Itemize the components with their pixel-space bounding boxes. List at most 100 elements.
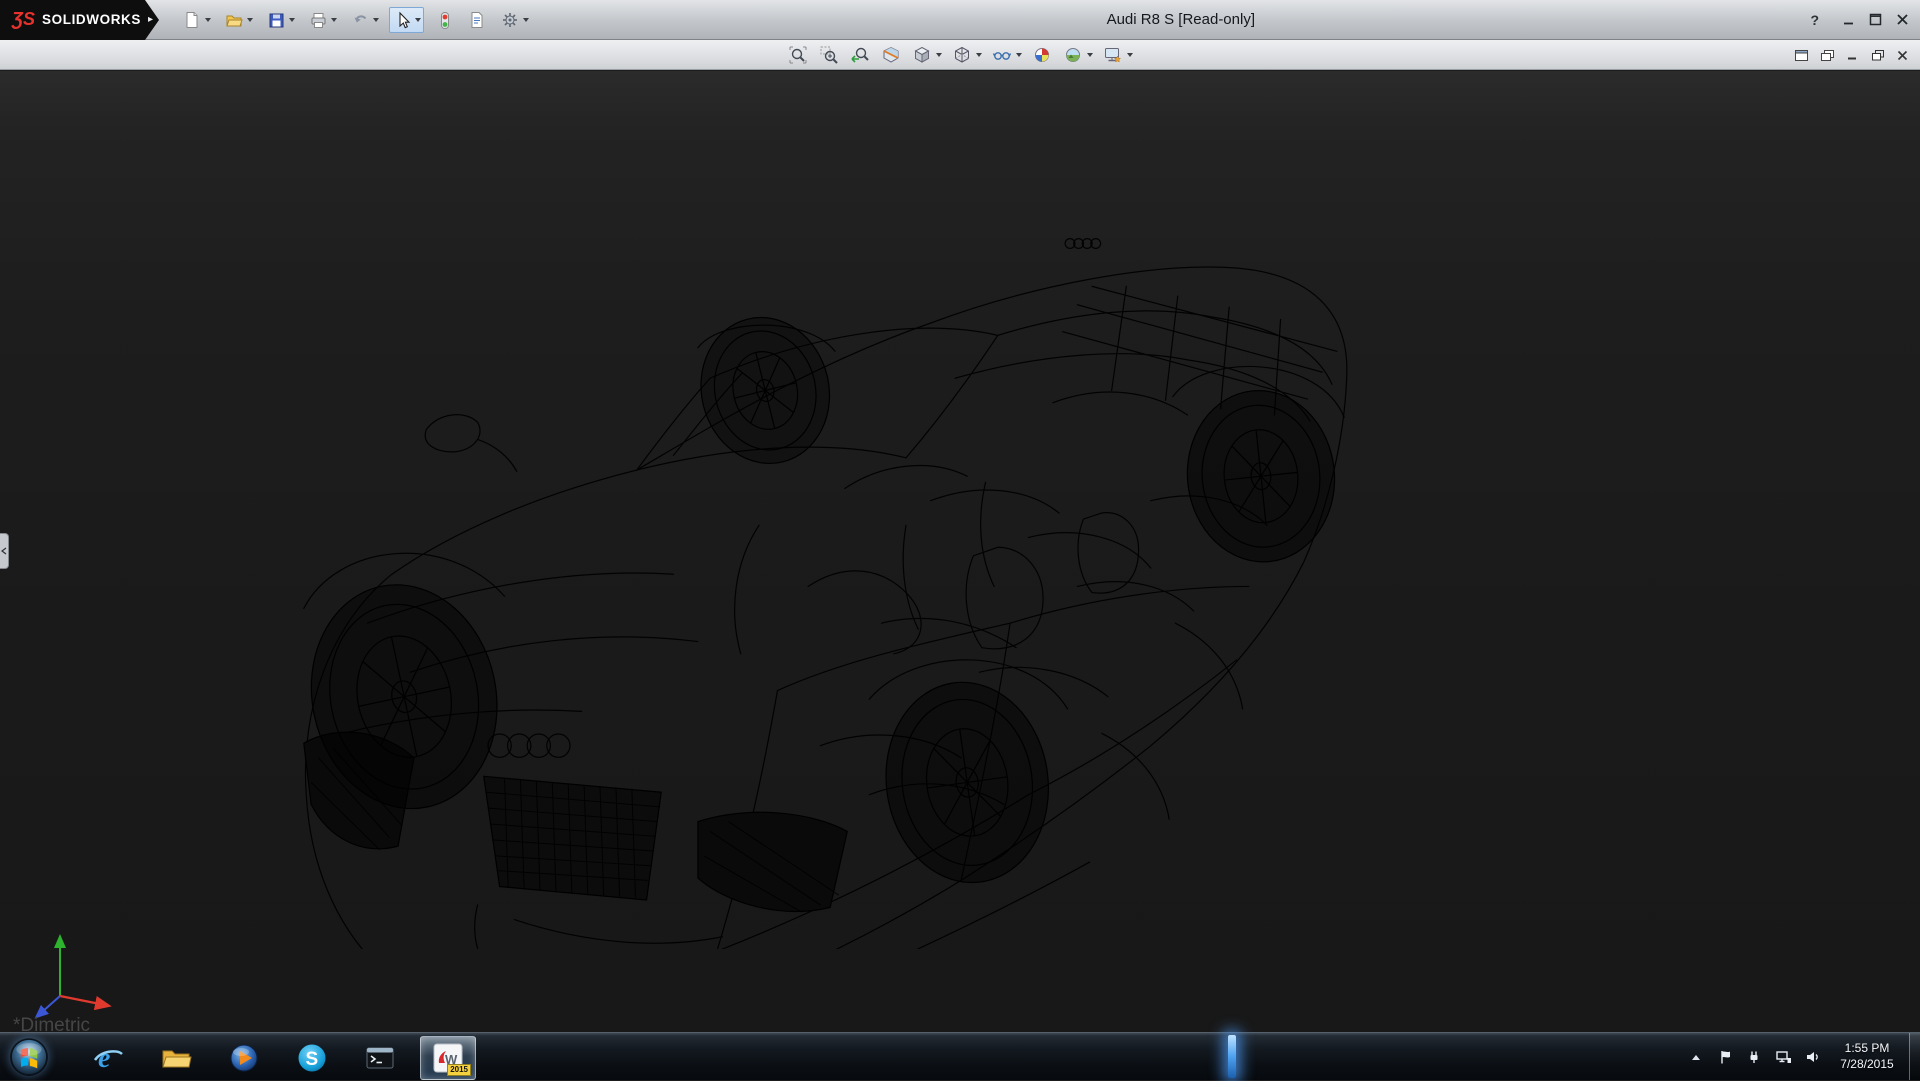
doc-cascade-button[interactable]: [1821, 50, 1834, 61]
blue-s-app-icon: S: [295, 1041, 329, 1075]
document-window-controls: [1795, 40, 1908, 70]
undo-button[interactable]: [347, 7, 382, 33]
show-desktop-button[interactable]: [1909, 1033, 1920, 1080]
folder-icon: [159, 1041, 193, 1075]
network-button[interactable]: [1772, 1045, 1794, 1069]
panel-expand-chevron-icon: [1, 547, 7, 555]
view-orientation-button[interactable]: [908, 41, 945, 69]
apply-scene-icon: [1062, 44, 1084, 66]
maximize-icon: [1869, 13, 1882, 26]
display-style-dropdown[interactable]: [976, 53, 982, 60]
open-button[interactable]: [221, 7, 256, 33]
car-wireframe-model[interactable]: [294, 219, 1354, 949]
graphics-viewport[interactable]: *Dimetric: [0, 71, 1920, 1032]
save-dropdown[interactable]: [289, 18, 295, 25]
speaker-icon: [1804, 1049, 1820, 1065]
hide-show-items-icon: [991, 44, 1013, 66]
doc-minimize-button[interactable]: [1847, 50, 1859, 60]
clock-date: 7/28/2015: [1830, 1057, 1904, 1073]
zoom-to-fit-button[interactable]: [784, 41, 812, 69]
menu-expand-icon[interactable]: ▸: [148, 14, 153, 25]
undo-icon: [350, 10, 370, 30]
rebuild-icon: [434, 10, 454, 30]
doc-window-button[interactable]: [1795, 50, 1808, 61]
view-orientation-dropdown[interactable]: [936, 53, 942, 60]
options-dropdown[interactable]: [523, 18, 529, 25]
close-icon: [1896, 13, 1909, 26]
new-icon: [182, 10, 202, 30]
previous-view-button[interactable]: [846, 41, 874, 69]
windows-logo-icon: [10, 1038, 48, 1076]
hidden-icons-button[interactable]: [1685, 1045, 1707, 1069]
new-button[interactable]: [179, 7, 214, 33]
select-icon: [392, 10, 412, 30]
edit-appearance-icon: [1031, 44, 1053, 66]
volume-button[interactable]: [1801, 1045, 1823, 1069]
section-view-icon: [880, 44, 902, 66]
display-style-button[interactable]: [948, 41, 985, 69]
minimize-button[interactable]: [1840, 12, 1856, 28]
command-prompt-button[interactable]: [352, 1036, 408, 1080]
taskbar-apps: e: [74, 1033, 482, 1081]
file-properties-button[interactable]: [464, 7, 490, 33]
zoom-to-area-button[interactable]: [815, 41, 843, 69]
window-title: Audi R8 S [Read-only]: [1107, 11, 1255, 28]
action-center-button[interactable]: [1714, 1045, 1736, 1069]
main-toolbar: [179, 7, 532, 33]
display-style-icon: [951, 44, 973, 66]
minimize-icon: [1842, 13, 1855, 26]
system-tray: 1:55 PM 7/28/2015: [1685, 1033, 1904, 1080]
clock-time: 1:55 PM: [1830, 1041, 1904, 1057]
print-dropdown[interactable]: [331, 18, 337, 25]
doc-restore-button[interactable]: [1872, 50, 1884, 61]
open-dropdown[interactable]: [247, 18, 253, 25]
view-settings-button[interactable]: [1099, 41, 1136, 69]
windows-explorer-button[interactable]: [148, 1036, 204, 1080]
help-button[interactable]: ?: [1810, 12, 1819, 28]
hide-show-items-dropdown[interactable]: [1016, 53, 1022, 60]
internet-explorer-button[interactable]: e: [80, 1036, 136, 1080]
chevron-up-icon: [1689, 1051, 1703, 1063]
open-icon: [224, 10, 244, 30]
rebuild-button[interactable]: [431, 7, 457, 33]
print-button[interactable]: [305, 7, 340, 33]
doc-close-button[interactable]: [1897, 50, 1908, 61]
start-button[interactable]: [10, 1038, 48, 1076]
options-button[interactable]: [497, 7, 532, 33]
taskbar-glow: [1228, 1035, 1236, 1078]
apply-scene-dropdown[interactable]: [1087, 53, 1093, 60]
media-player-button[interactable]: [216, 1036, 272, 1080]
coordinate-triad-icon: [20, 926, 116, 1026]
options-icon: [500, 10, 520, 30]
panel-expand-tab[interactable]: [0, 533, 9, 569]
solidworks-logo: ƷS SOLIDWORKS: [0, 0, 145, 40]
internet-explorer-icon: e: [91, 1041, 125, 1075]
flag-icon: [1717, 1049, 1733, 1065]
device-button[interactable]: [1743, 1045, 1765, 1069]
solidworks-version-badge: 2015: [447, 1064, 471, 1075]
hide-show-items-button[interactable]: [988, 41, 1025, 69]
taskbar-clock[interactable]: 1:55 PM 7/28/2015: [1830, 1041, 1904, 1072]
close-button[interactable]: [1894, 12, 1910, 28]
toolstrip: [0, 40, 1920, 70]
messenger-s-button[interactable]: S: [284, 1036, 340, 1080]
section-view-button[interactable]: [877, 41, 905, 69]
solidworks-button[interactable]: W 2015: [420, 1036, 476, 1080]
window-controls: ?: [1810, 12, 1910, 28]
save-button[interactable]: [263, 7, 298, 33]
new-dropdown[interactable]: [205, 18, 211, 25]
previous-view-icon: [849, 44, 871, 66]
view-settings-dropdown[interactable]: [1127, 53, 1133, 60]
maximize-button[interactable]: [1867, 12, 1883, 28]
apply-scene-button[interactable]: [1059, 41, 1096, 69]
svg-text:e: e: [98, 1043, 110, 1074]
power-plug-icon: [1746, 1049, 1762, 1065]
view-settings-icon: [1102, 44, 1124, 66]
titlebar: ƷS SOLIDWORKS ▸ Audi R8 S [Read-only] ?: [0, 0, 1920, 40]
solidworks-logo-mark-icon: ƷS: [12, 9, 35, 30]
undo-dropdown[interactable]: [373, 18, 379, 25]
edit-appearance-button[interactable]: [1028, 41, 1056, 69]
select-dropdown[interactable]: [415, 18, 421, 25]
select-button[interactable]: [389, 7, 424, 33]
save-icon: [266, 10, 286, 30]
